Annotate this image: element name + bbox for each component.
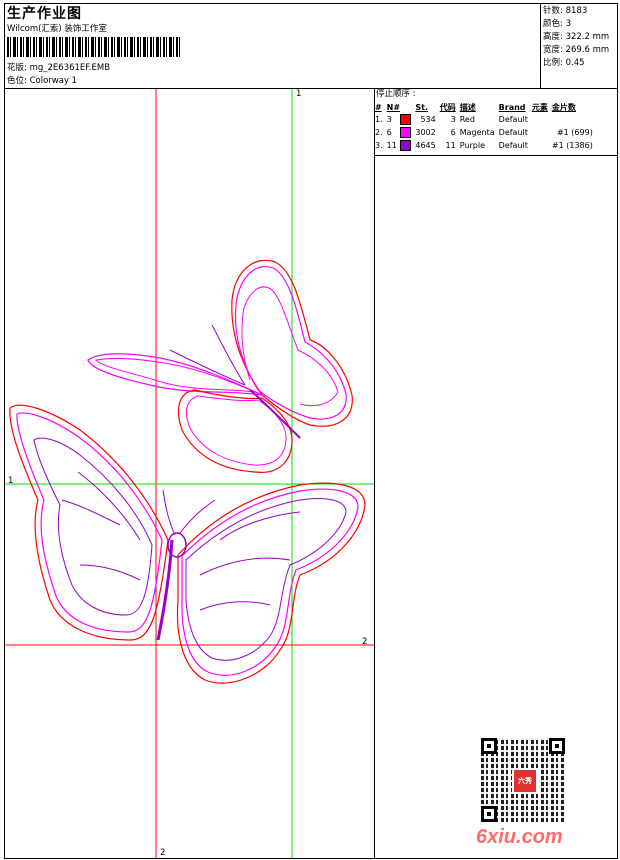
upper-wing-left-outline	[87, 353, 263, 396]
lower-right-wing-detail2	[199, 511, 301, 611]
upper-wing-bottom-inner	[185, 395, 287, 466]
lower-left-wing-detail	[33, 437, 153, 616]
marker-red-vertical: 2	[160, 848, 166, 858]
qr-finder-tr	[549, 738, 565, 754]
lower-left-wing-detail2	[61, 471, 141, 581]
upper-wing-left-inner	[95, 357, 256, 393]
marker-red-horizontal: 2	[362, 637, 368, 647]
marker-green-vertical: 1	[296, 89, 302, 99]
watermark: 6xiu.com	[476, 826, 563, 848]
butterfly-upper	[87, 259, 353, 473]
qr-finder-bl	[481, 806, 497, 822]
lower-right-wing-detail	[185, 498, 347, 661]
embroidery-drawing	[5, 89, 374, 858]
qr-finder-tl	[481, 738, 497, 754]
upper-wing-top-inner	[234, 266, 347, 420]
marker-green-horizontal: 1	[8, 476, 14, 486]
seal-icon: 六秀	[512, 768, 538, 794]
butterfly-lower	[9, 404, 366, 684]
upper-antenna	[169, 324, 246, 386]
